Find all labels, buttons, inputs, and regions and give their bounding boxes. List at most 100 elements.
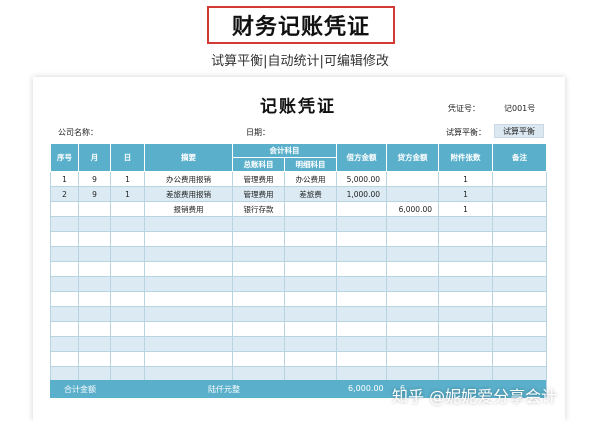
table-cell[interactable] — [144, 261, 233, 277]
table-cell[interactable] — [50, 336, 79, 352]
table-cell[interactable] — [50, 201, 79, 217]
table-cell[interactable] — [386, 246, 439, 262]
table-cell[interactable]: 1 — [110, 186, 145, 202]
table-cell[interactable] — [336, 351, 387, 367]
table-cell[interactable] — [284, 201, 337, 217]
table-cell[interactable] — [492, 336, 547, 352]
table-cell[interactable]: 报销费用 — [144, 201, 233, 217]
table-cell[interactable]: 管理费用 — [232, 171, 285, 187]
table-cell[interactable] — [438, 306, 493, 322]
table-cell[interactable]: 5,000.00 — [336, 171, 387, 187]
table-cell[interactable] — [78, 321, 111, 337]
table-cell[interactable] — [110, 231, 145, 247]
table-cell[interactable] — [50, 321, 79, 337]
table-cell[interactable] — [232, 261, 285, 277]
table-cell[interactable] — [232, 321, 285, 337]
table-cell[interactable] — [336, 261, 387, 277]
table-cell[interactable] — [144, 246, 233, 262]
table-cell[interactable] — [78, 351, 111, 367]
table-cell[interactable]: 6,000.00 — [386, 201, 439, 217]
table-cell[interactable] — [144, 276, 233, 292]
table-cell[interactable] — [386, 231, 439, 247]
table-cell[interactable] — [110, 321, 145, 337]
table-cell[interactable] — [336, 321, 387, 337]
table-cell[interactable]: 9 — [78, 186, 111, 202]
table-cell[interactable] — [78, 201, 111, 217]
table-cell[interactable] — [336, 336, 387, 352]
table-cell[interactable]: 1 — [438, 171, 493, 187]
table-cell[interactable] — [110, 246, 145, 262]
table-cell[interactable] — [110, 291, 145, 307]
table-cell[interactable] — [144, 306, 233, 322]
table-cell[interactable] — [386, 306, 439, 322]
table-cell[interactable]: 1 — [438, 186, 493, 202]
table-cell[interactable] — [50, 276, 79, 292]
table-cell[interactable] — [78, 231, 111, 247]
table-cell[interactable]: 管理费用 — [232, 186, 285, 202]
table-cell[interactable]: 9 — [78, 171, 111, 187]
table-cell[interactable]: 1,000.00 — [336, 186, 387, 202]
table-cell[interactable] — [50, 246, 79, 262]
table-cell[interactable] — [284, 336, 337, 352]
table-cell[interactable]: 银行存款 — [232, 201, 285, 217]
table-cell[interactable] — [438, 336, 493, 352]
table-cell[interactable] — [386, 351, 439, 367]
table-cell[interactable] — [386, 261, 439, 277]
table-cell[interactable] — [492, 306, 547, 322]
table-cell[interactable] — [336, 216, 387, 232]
balance-check-button[interactable]: 试算平衡 — [494, 124, 544, 138]
table-cell[interactable] — [110, 216, 145, 232]
table-cell[interactable] — [50, 261, 79, 277]
table-cell[interactable] — [386, 216, 439, 232]
table-cell[interactable] — [78, 246, 111, 262]
table-cell[interactable] — [284, 231, 337, 247]
table-cell[interactable] — [386, 321, 439, 337]
table-cell[interactable] — [110, 351, 145, 367]
table-cell[interactable] — [492, 321, 547, 337]
table-cell[interactable] — [336, 201, 387, 217]
table-cell[interactable] — [232, 231, 285, 247]
table-cell[interactable] — [386, 336, 439, 352]
table-cell[interactable]: 差旅费 — [284, 186, 337, 202]
table-cell[interactable] — [110, 201, 145, 217]
table-cell[interactable] — [110, 276, 145, 292]
table-cell[interactable] — [144, 321, 233, 337]
table-cell[interactable] — [336, 231, 387, 247]
table-cell[interactable] — [110, 336, 145, 352]
table-cell[interactable] — [284, 276, 337, 292]
table-cell[interactable] — [438, 321, 493, 337]
table-cell[interactable] — [336, 246, 387, 262]
table-cell[interactable] — [438, 351, 493, 367]
table-cell[interactable]: 1 — [50, 171, 79, 187]
table-cell[interactable] — [284, 246, 337, 262]
voucher-no-value[interactable]: 记001号 — [504, 103, 535, 114]
table-cell[interactable] — [110, 306, 145, 322]
table-cell[interactable]: 差旅费用报销 — [144, 186, 233, 202]
table-cell[interactable] — [232, 291, 285, 307]
table-cell[interactable] — [386, 291, 439, 307]
table-cell[interactable] — [386, 276, 439, 292]
table-cell[interactable] — [78, 291, 111, 307]
table-cell[interactable] — [336, 291, 387, 307]
table-cell[interactable] — [144, 291, 233, 307]
table-cell[interactable] — [492, 351, 547, 367]
table-cell[interactable] — [438, 231, 493, 247]
table-cell[interactable] — [232, 216, 285, 232]
table-cell[interactable] — [492, 276, 547, 292]
table-cell[interactable] — [284, 321, 337, 337]
table-cell[interactable] — [78, 261, 111, 277]
table-cell[interactable] — [492, 291, 547, 307]
table-cell[interactable] — [386, 186, 439, 202]
table-cell[interactable] — [284, 291, 337, 307]
table-cell[interactable] — [492, 171, 547, 187]
table-cell[interactable] — [492, 246, 547, 262]
table-cell[interactable]: 办公费用报销 — [144, 171, 233, 187]
table-cell[interactable] — [438, 246, 493, 262]
table-cell[interactable] — [336, 276, 387, 292]
table-cell[interactable] — [50, 291, 79, 307]
table-cell[interactable] — [386, 171, 439, 187]
table-cell[interactable] — [78, 306, 111, 322]
table-cell[interactable] — [50, 231, 79, 247]
table-cell[interactable] — [50, 216, 79, 232]
table-cell[interactable] — [438, 276, 493, 292]
